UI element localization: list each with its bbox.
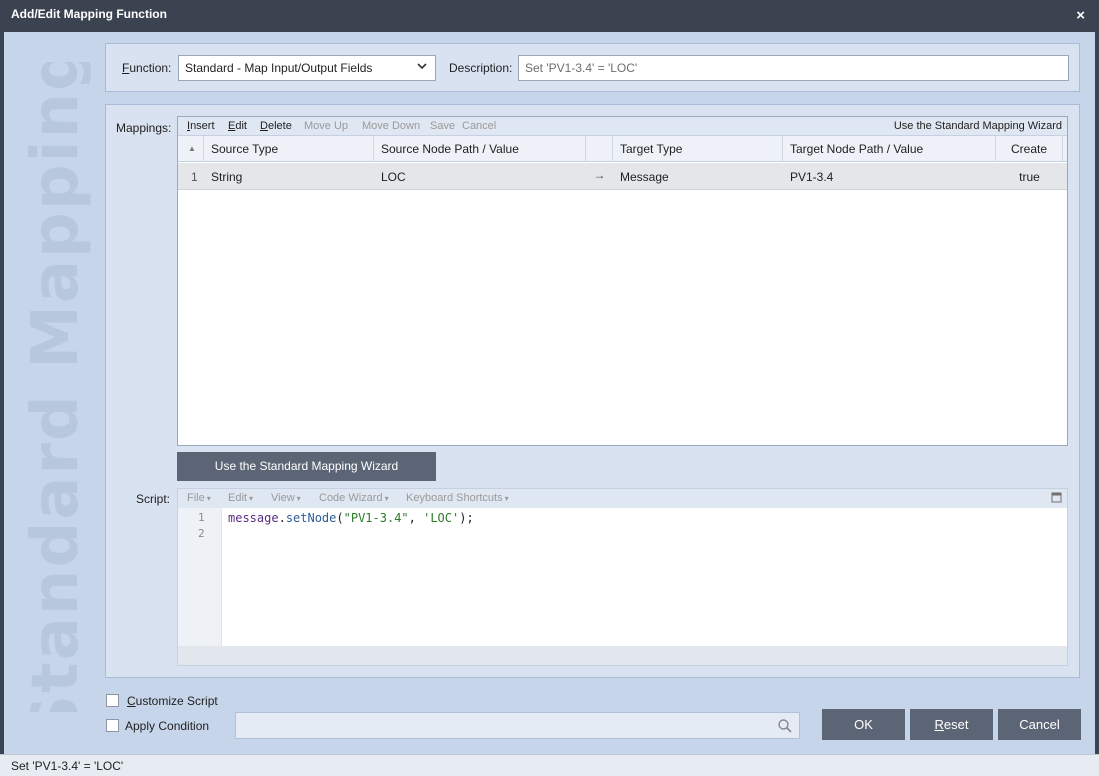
condition-input[interactable] — [235, 712, 800, 739]
standard-mapping-wizard-button[interactable]: Use the Standard Mapping Wizard — [177, 452, 436, 481]
watermark: Standard Mapping — [8, 62, 104, 712]
customize-script-checkbox[interactable] — [106, 694, 119, 707]
editor-menu: File ▾ Edit ▾ View ▾ Code Wizard ▾ Keyboard … — [178, 489, 1067, 508]
line-number: 2 — [198, 527, 205, 540]
sort-icon[interactable]: ▲ — [178, 136, 204, 162]
insert-button[interactable]: Insert — [187, 120, 215, 132]
code-wizard-menu[interactable]: Code Wizard ▾ — [319, 492, 389, 504]
col-target-path[interactable]: Target Node Path / Value — [783, 136, 996, 162]
status-text: Set 'PV1-3.4' = 'LOC' — [11, 759, 124, 773]
save-button[interactable]: Save — [430, 120, 455, 132]
col-create[interactable]: Create — [996, 136, 1063, 162]
mappings-label: Mappings: — [116, 121, 172, 135]
cell-source-type[interactable]: String — [204, 163, 374, 190]
row-number: 1 — [191, 170, 198, 184]
function-select[interactable]: Standard - Map Input/Output Fields — [178, 55, 436, 81]
function-select-value: Standard - Map Input/Output Fields — [185, 61, 373, 75]
cell-target-path[interactable]: PV1-3.4 — [783, 163, 996, 190]
keyboard-shortcuts-menu[interactable]: Keyboard Shortcuts ▾ — [406, 492, 509, 504]
close-icon[interactable]: × — [1076, 7, 1085, 24]
col-source-type[interactable]: Source Type — [204, 136, 374, 162]
status-bar: Set 'PV1-3.4' = 'LOC' — [0, 754, 1099, 776]
move-up-button[interactable]: Move Up — [304, 120, 348, 132]
watermark-text: Standard Mapping — [19, 62, 93, 712]
mappings-grid: Insert Edit Delete Move Up Move Down Sav… — [177, 116, 1068, 446]
maximize-icon[interactable] — [1051, 492, 1062, 503]
search-icon[interactable] — [777, 718, 793, 734]
dialog-body: Standard Mapping Function: Standard - Ma… — [4, 32, 1095, 754]
move-down-button[interactable]: Move Down — [362, 120, 420, 132]
line-number: 1 — [198, 511, 205, 524]
apply-condition-checkbox[interactable] — [106, 719, 119, 732]
editor-status-bar — [178, 646, 1067, 665]
cell-create[interactable]: true — [996, 163, 1063, 190]
line-gutter: 1 2 — [178, 508, 222, 646]
cancel-button[interactable]: Cancel — [998, 709, 1081, 740]
code-line[interactable]: message.setNode("PV1-3.4", 'LOC'); — [228, 511, 474, 525]
grid-toolbar: Insert Edit Delete Move Up Move Down Sav… — [178, 117, 1067, 136]
description-input[interactable]: Set 'PV1-3.4' = 'LOC' — [518, 55, 1069, 81]
wizard-link[interactable]: Use the Standard Mapping Wizard — [894, 120, 1062, 132]
cancel-edit-button[interactable]: Cancel — [462, 120, 496, 132]
col-arrow — [586, 136, 613, 162]
file-menu[interactable]: File ▾ — [187, 492, 211, 504]
chevron-down-icon — [417, 63, 427, 70]
title-bar: Add/Edit Mapping Function × — [0, 0, 1099, 32]
script-label: Script: — [136, 492, 171, 506]
cell-source-path[interactable]: LOC — [374, 163, 586, 190]
arrow-right-icon: → — [593, 168, 606, 182]
col-target-type[interactable]: Target Type — [613, 136, 783, 162]
edit-button[interactable]: Edit — [228, 120, 247, 132]
mappings-panel: Mappings: Insert Edit Delete Move Up Mov… — [105, 104, 1080, 678]
description-label: Description: — [449, 61, 513, 75]
apply-condition-label: Apply Condition — [125, 719, 210, 733]
script-editor[interactable]: File ▾ Edit ▾ View ▾ Code Wizard ▾ Keyboard … — [177, 488, 1068, 666]
delete-button[interactable]: Delete — [260, 120, 292, 132]
window-title: Add/Edit Mapping Function — [11, 7, 167, 21]
cell-target-type[interactable]: Message — [613, 163, 783, 190]
edit-menu[interactable]: Edit ▾ — [228, 492, 253, 504]
col-source-path[interactable]: Source Node Path / Value — [374, 136, 586, 162]
grid-header: ▲ Source Type Source Node Path / Value T… — [178, 136, 1067, 162]
view-menu[interactable]: View ▾ — [271, 492, 301, 504]
reset-button[interactable]: Reset — [910, 709, 993, 740]
function-panel: Function: Standard - Map Input/Output Fi… — [105, 43, 1080, 92]
ok-button[interactable]: OK — [822, 709, 905, 740]
table-row[interactable]: 1 String LOC → Message PV1-3.4 true — [178, 163, 1067, 190]
function-label: Function: — [122, 61, 172, 75]
customize-script-label: Customize Script — [127, 694, 218, 708]
